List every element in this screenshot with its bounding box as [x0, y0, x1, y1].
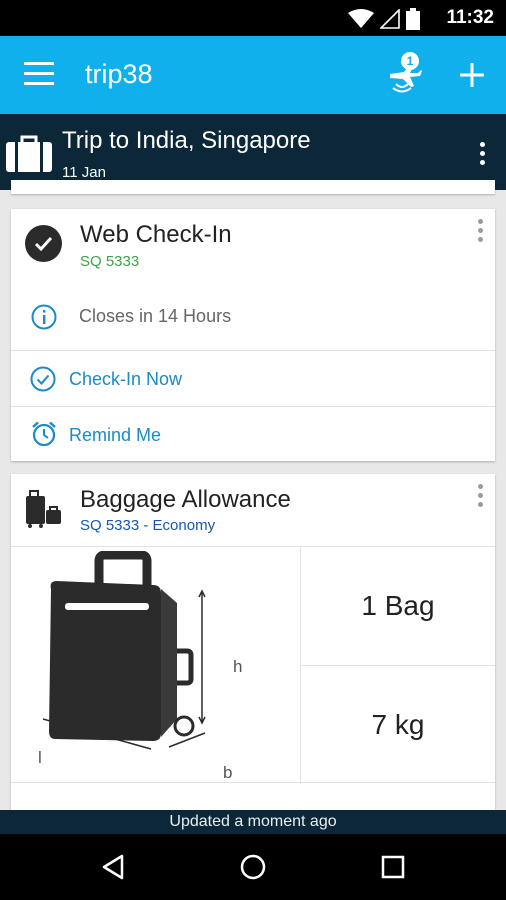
- previous-card-edge: [11, 180, 495, 194]
- baggage-more-vert-icon[interactable]: [477, 484, 485, 510]
- checkin-now-link[interactable]: Check-In Now: [69, 369, 182, 390]
- menu-icon[interactable]: [24, 62, 54, 86]
- signal-icon: [380, 9, 400, 29]
- back-icon[interactable]: [100, 854, 126, 880]
- home-icon[interactable]: [240, 854, 266, 880]
- notification-badge: 1: [401, 52, 419, 70]
- baggage-title: Baggage Allowance: [80, 486, 291, 513]
- wifi-icon: [348, 9, 374, 28]
- luggage-icon: [26, 490, 61, 528]
- bag-count: 1 Bag: [361, 590, 435, 621]
- status-icons: [348, 8, 420, 30]
- dimension-l-label: l: [38, 748, 42, 767]
- trip-date: 11 Jan: [62, 164, 106, 181]
- plus-icon[interactable]: [457, 60, 487, 90]
- alarm-icon: [32, 421, 56, 447]
- bag-weight: 7 kg: [371, 709, 425, 740]
- clock: 11:32: [446, 7, 494, 28]
- checkin-now-row[interactable]: Check-In Now: [11, 350, 495, 406]
- system-nav-bar: [0, 834, 506, 900]
- closes-row: Closes in 14 Hours: [11, 287, 495, 350]
- trip-title: Trip to India, Singapore: [62, 127, 311, 154]
- battery-icon: [406, 8, 420, 30]
- dimension-h-label: h: [233, 657, 243, 676]
- check-outline-icon: [30, 366, 56, 392]
- app-bar: trip38 1: [0, 36, 506, 114]
- baggage-details: h l b 1 Bag 7 kg: [11, 546, 495, 784]
- info-icon: [31, 304, 57, 330]
- checkin-flight: SQ 5333: [80, 253, 140, 270]
- status-bar: 11:32: [0, 0, 506, 36]
- check-circle-icon: [25, 225, 62, 262]
- trip-more-vert-icon[interactable]: [478, 142, 488, 166]
- app-title: trip38: [85, 59, 153, 89]
- closes-text: Closes in 14 Hours: [79, 306, 232, 326]
- update-status: Updated a moment ago: [0, 810, 506, 834]
- trip-header[interactable]: Trip to India, Singapore 11 Jan: [0, 114, 506, 190]
- baggage-subtitle: SQ 5333 - Economy: [80, 517, 216, 534]
- baggage-allowance-card: Baggage Allowance SQ 5333 - Economy h l: [11, 474, 495, 814]
- dimension-b-label: b: [223, 763, 233, 782]
- cabin-bag-illustration: [42, 551, 206, 750]
- checkin-title: Web Check-In: [80, 221, 232, 248]
- recents-icon[interactable]: [381, 855, 405, 879]
- checkin-more-vert-icon[interactable]: [477, 219, 485, 245]
- remind-me-row[interactable]: Remind Me: [11, 406, 495, 461]
- suitcase-icon: [6, 135, 52, 172]
- remind-me-link[interactable]: Remind Me: [69, 425, 161, 446]
- web-checkin-card: Web Check-In SQ 5333 Closes in 14 Hours …: [11, 209, 495, 461]
